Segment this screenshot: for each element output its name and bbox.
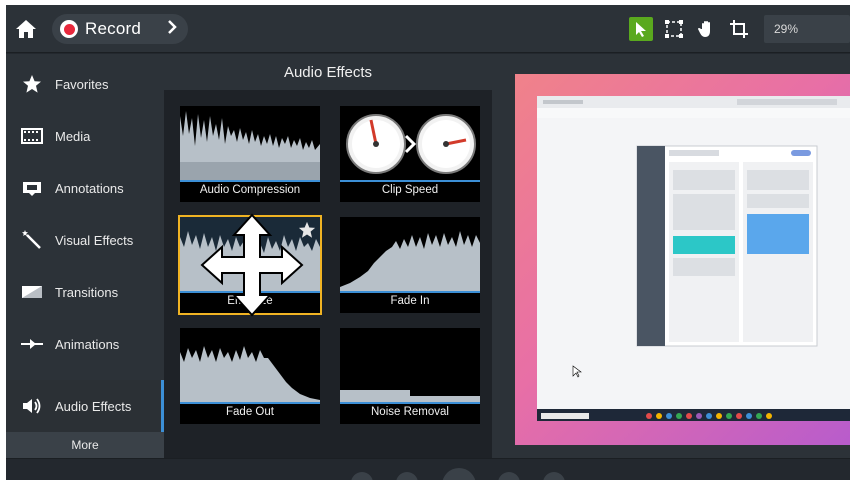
waveform-thumbnail: [180, 106, 320, 182]
tile-underline: [340, 180, 480, 182]
home-icon[interactable]: [15, 18, 37, 40]
sidebar-item-label: Audio Effects: [55, 398, 132, 414]
sidebar-item-label: Media: [55, 128, 91, 144]
waveform-thumbnail: [340, 217, 480, 293]
film-icon: [20, 126, 44, 146]
speaker-icon: [20, 396, 44, 416]
rewind-button[interactable]: [351, 472, 373, 480]
sidebar-item-visual-effects[interactable]: Visual Effects: [6, 214, 164, 266]
effect-tile-fade-in[interactable]: Fade In: [340, 217, 480, 313]
more-button[interactable]: More: [6, 432, 164, 458]
sidebar-item-annotations[interactable]: Annotations: [6, 162, 164, 214]
fast-forward-button[interactable]: [543, 472, 565, 480]
transition-icon: [20, 282, 44, 302]
sidebar-item-animations[interactable]: Animations: [6, 318, 164, 370]
animation-icon: [20, 334, 44, 354]
sidebar: Favorites Media Annotations Visual Effec…: [6, 54, 164, 458]
tile-label: Clip Speed: [381, 184, 439, 196]
play-button[interactable]: [442, 468, 476, 480]
preview-canvas[interactable]: [515, 74, 850, 445]
annotation-icon: [20, 178, 44, 198]
zoom-field[interactable]: 29%: [764, 15, 850, 43]
wand-icon: [20, 230, 44, 250]
waveform-thumbnail: [180, 328, 320, 404]
sidebar-item-label: Animations: [55, 336, 120, 352]
effect-tile-audio-compression[interactable]: Audio Compression: [180, 106, 320, 202]
top-toolbar: Record 29%: [6, 5, 850, 53]
sidebar-item-favorites[interactable]: Favorites: [6, 58, 164, 110]
sidebar-item-transitions[interactable]: Transitions: [6, 266, 164, 318]
app-window: Record 29% Favorites Media Annotations V…: [6, 5, 850, 480]
record-icon: [60, 20, 78, 38]
effect-tile-emphasize[interactable]: Emph ze: [178, 213, 322, 317]
step-back-button[interactable]: [396, 472, 418, 480]
effect-tile-fade-out[interactable]: Fade Out: [180, 328, 320, 424]
clip-speed-icon: [340, 106, 480, 182]
chevron-right-icon[interactable]: [166, 13, 178, 46]
step-forward-button[interactable]: [498, 472, 520, 480]
panel-title: Audio Effects: [164, 54, 492, 90]
waveform-thumbnail: [340, 328, 480, 404]
effect-tile-noise-removal[interactable]: Noise Removal: [340, 328, 480, 424]
crop-select-icon[interactable]: [662, 17, 686, 41]
record-label: Record: [85, 19, 142, 38]
pointer-icon[interactable]: [629, 17, 653, 41]
zoom-value: 29%: [774, 22, 799, 36]
tile-label: Fade Out: [226, 406, 274, 418]
tile-label: Fade In: [390, 295, 430, 307]
audio-effects-panel: Audio Effects Audio Compression Clip Spe…: [164, 54, 492, 458]
tile-label: Noise Removal: [371, 406, 449, 418]
recorded-screen-thumbnail: [537, 96, 850, 418]
tile-underline: [180, 402, 320, 404]
move-cursor-icon: [200, 213, 304, 317]
tile-underline: [340, 291, 480, 293]
hand-icon[interactable]: [695, 17, 719, 41]
sidebar-item-label: Favorites: [55, 76, 109, 92]
sidebar-item-audio-effects[interactable]: Audio Effects: [6, 380, 164, 432]
tile-label: Audio Compression: [199, 184, 301, 196]
sidebar-item-label: Annotations: [55, 180, 124, 196]
taskbar-thumbnail: [537, 409, 850, 421]
sidebar-item-label: Transitions: [55, 284, 119, 300]
canvas-preview[interactable]: [492, 54, 850, 458]
playback-bar: [6, 458, 850, 480]
effect-tile-clip-speed[interactable]: Clip Speed: [340, 106, 480, 202]
star-icon: [20, 74, 44, 94]
sidebar-item-media[interactable]: Media: [6, 110, 164, 162]
tile-underline: [340, 402, 480, 404]
tile-underline: [180, 180, 320, 182]
sidebar-item-label: Visual Effects: [55, 232, 134, 248]
crop-icon[interactable]: [727, 17, 751, 41]
